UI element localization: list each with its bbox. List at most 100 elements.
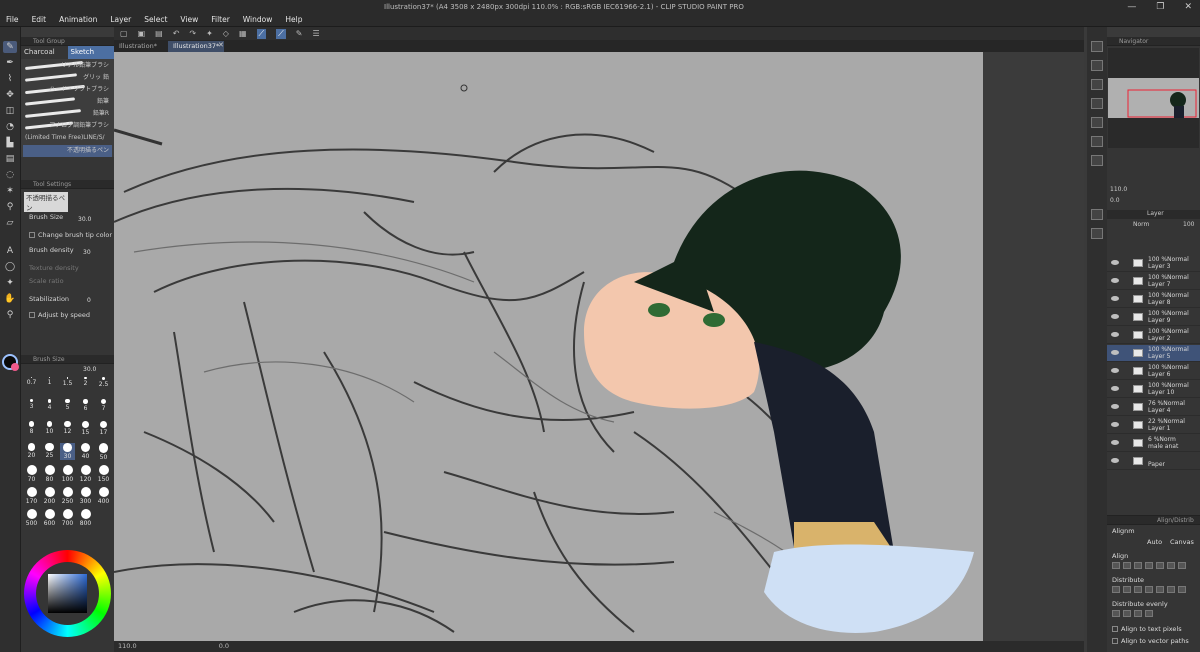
distribute-buttons[interactable] [1112, 586, 1186, 593]
tab-charcoal[interactable]: Charcoal [21, 46, 68, 59]
adjust-by-speed-checkbox[interactable]: Adjust by speed [29, 311, 90, 319]
navigator-rotation[interactable]: 0.0 [1107, 197, 1200, 206]
zoom-tool-icon[interactable]: ⚲ [3, 309, 17, 321]
brush-size-option[interactable]: 17 [96, 421, 111, 436]
brush-size-option[interactable]: 10 [42, 421, 57, 435]
eye-icon[interactable] [1111, 386, 1119, 391]
brush-size-option[interactable]: 2.5 [96, 377, 111, 388]
zoom-readout[interactable]: 110.0 [118, 642, 137, 650]
gradient-tool-icon[interactable]: ▤ [3, 153, 17, 165]
menu-layer[interactable]: Layer [110, 15, 131, 24]
layer-row[interactable]: 100 %Normal Layer 7 [1107, 273, 1200, 290]
layer-row[interactable]: 76 %Normal Layer 4 [1107, 399, 1200, 416]
brush-size-option[interactable]: 120 [78, 465, 93, 483]
history-icon[interactable] [1091, 117, 1103, 128]
align-text-pixels-checkbox[interactable]: Align to text pixels [1112, 625, 1182, 633]
brush-size-option[interactable]: 1 [42, 377, 57, 386]
brush-size-option[interactable]: 4 [42, 399, 57, 411]
brush-item[interactable]: アナログ調鉛筆ブラシ [23, 120, 112, 132]
color-square[interactable] [48, 574, 87, 613]
pen-tool-icon[interactable]: ✒ [3, 57, 17, 69]
brush-size-option[interactable]: 200 [42, 487, 57, 505]
eye-icon[interactable] [1111, 440, 1119, 445]
redo-icon[interactable]: ↷ [189, 29, 196, 38]
brush-size-option[interactable]: 150 [96, 465, 111, 483]
save-icon[interactable]: ▤ [155, 29, 163, 38]
brush-size-option[interactable]: 15 [78, 421, 93, 436]
tab-illustration[interactable]: Illustration* [114, 41, 162, 52]
tab-illustration37[interactable]: Illustration37* [168, 41, 225, 52]
layer-name[interactable]: Paper [1148, 461, 1165, 468]
snap-special-icon[interactable]: ✎ [296, 29, 303, 38]
layer-row[interactable]: 100 %Normal Layer 6 [1107, 363, 1200, 380]
opacity-value[interactable]: 100 [1183, 221, 1194, 228]
change-tip-color-checkbox[interactable]: Change brush tip color [29, 231, 112, 239]
layer-blend-row[interactable]: Norm 100 [1107, 221, 1200, 230]
auto-action-icon[interactable] [1091, 228, 1103, 239]
eye-icon[interactable] [1111, 350, 1119, 355]
layer-row[interactable]: 100 %Normal Layer 8 [1107, 291, 1200, 308]
color-wheel[interactable] [24, 550, 111, 637]
brush-size-option[interactable]: 600 [42, 509, 57, 527]
navigator-zoom[interactable]: 110.0 [1107, 186, 1200, 195]
menu-edit[interactable]: Edit [32, 15, 47, 24]
layer-row[interactable]: Paper [1107, 453, 1200, 470]
fill-tool-icon[interactable]: ▙ [3, 137, 17, 149]
brush-item-selected[interactable]: 不透明描るペン [23, 145, 112, 157]
brush-size-option[interactable]: 3 [24, 399, 39, 410]
brush-item[interactable]: (Limited Time Free)LINE/S/ [23, 132, 112, 144]
menu-filter[interactable]: Filter [211, 15, 230, 24]
text-tool-icon[interactable]: A [3, 245, 17, 257]
brush-size-option[interactable]: 8 [24, 421, 39, 435]
brush-tool-icon[interactable]: ⌇ [3, 73, 17, 85]
new-file-icon[interactable]: ▢ [120, 29, 128, 38]
layer-row[interactable]: 100 %Normal Layer 9 [1107, 309, 1200, 326]
layer-row[interactable]: 22 %Normal Layer 1 [1107, 417, 1200, 434]
material-icon[interactable] [1091, 136, 1103, 147]
deselect-icon[interactable]: ▦ [239, 29, 247, 38]
menu-view[interactable]: View [180, 15, 198, 24]
brush-size-option[interactable]: 2 [78, 377, 93, 387]
lasso-tool-icon[interactable]: ◌ [3, 169, 17, 181]
undo-icon[interactable]: ↶ [173, 29, 180, 38]
snap-ruler-icon[interactable]: ⟋ [256, 28, 267, 39]
brush-item[interactable]: リアル鉛筆ブラシ [23, 60, 112, 72]
layer-name[interactable]: Layer 8 [1148, 299, 1170, 306]
stabilization-value[interactable]: 0 [87, 297, 91, 304]
layer-row[interactable]: 100 %Normal Layer 5 [1107, 345, 1200, 362]
brush-item[interactable]: 鉛筆 [23, 96, 112, 108]
navigator-preview[interactable] [1108, 48, 1199, 148]
brush-size-option[interactable]: 250 [60, 487, 75, 505]
minimize-button[interactable]: — [1127, 2, 1136, 12]
menu-help[interactable]: Help [285, 15, 302, 24]
navigator-icon[interactable] [1091, 41, 1103, 52]
brush-item[interactable]: 鉛筆R [23, 108, 112, 120]
open-icon[interactable]: ▣ [138, 29, 146, 38]
eye-icon[interactable] [1111, 296, 1119, 301]
menu-window[interactable]: Window [243, 15, 273, 24]
brush-size-option[interactable]: 7 [96, 399, 111, 412]
brush-size-option[interactable]: 170 [24, 487, 39, 505]
layer-row[interactable]: 100 %Normal Layer 2 [1107, 327, 1200, 344]
eye-icon[interactable] [1111, 260, 1119, 265]
menu-file[interactable]: File [6, 15, 19, 24]
blend-tool-icon[interactable]: ◔ [3, 121, 17, 133]
distribute-evenly-buttons[interactable] [1112, 610, 1153, 617]
brush-item[interactable]: ハード・ソフトブラシ [23, 84, 112, 96]
eraser-tool-icon[interactable]: ◫ [3, 105, 17, 117]
layer-name[interactable]: male anat [1148, 443, 1178, 450]
brush-size-option[interactable]: 800 [78, 509, 93, 527]
eye-icon[interactable] [1111, 368, 1119, 373]
eye-icon[interactable] [1111, 314, 1119, 319]
layer-name[interactable]: Layer 10 [1148, 389, 1174, 396]
layer-property-icon[interactable] [1091, 79, 1103, 90]
artwork-canvas[interactable] [114, 52, 1084, 641]
brush-size-option[interactable]: 5 [60, 399, 75, 411]
layer-name[interactable]: Layer 3 [1148, 263, 1170, 270]
brush-size-option[interactable]: 50 [96, 443, 111, 461]
layer-name[interactable]: Layer 6 [1148, 371, 1170, 378]
rotation-readout[interactable]: 0.0 [219, 642, 229, 650]
layer-name[interactable]: Layer 2 [1148, 335, 1170, 342]
transform-icon[interactable]: ◇ [223, 29, 229, 38]
layer-name[interactable]: Layer 4 [1148, 407, 1170, 414]
